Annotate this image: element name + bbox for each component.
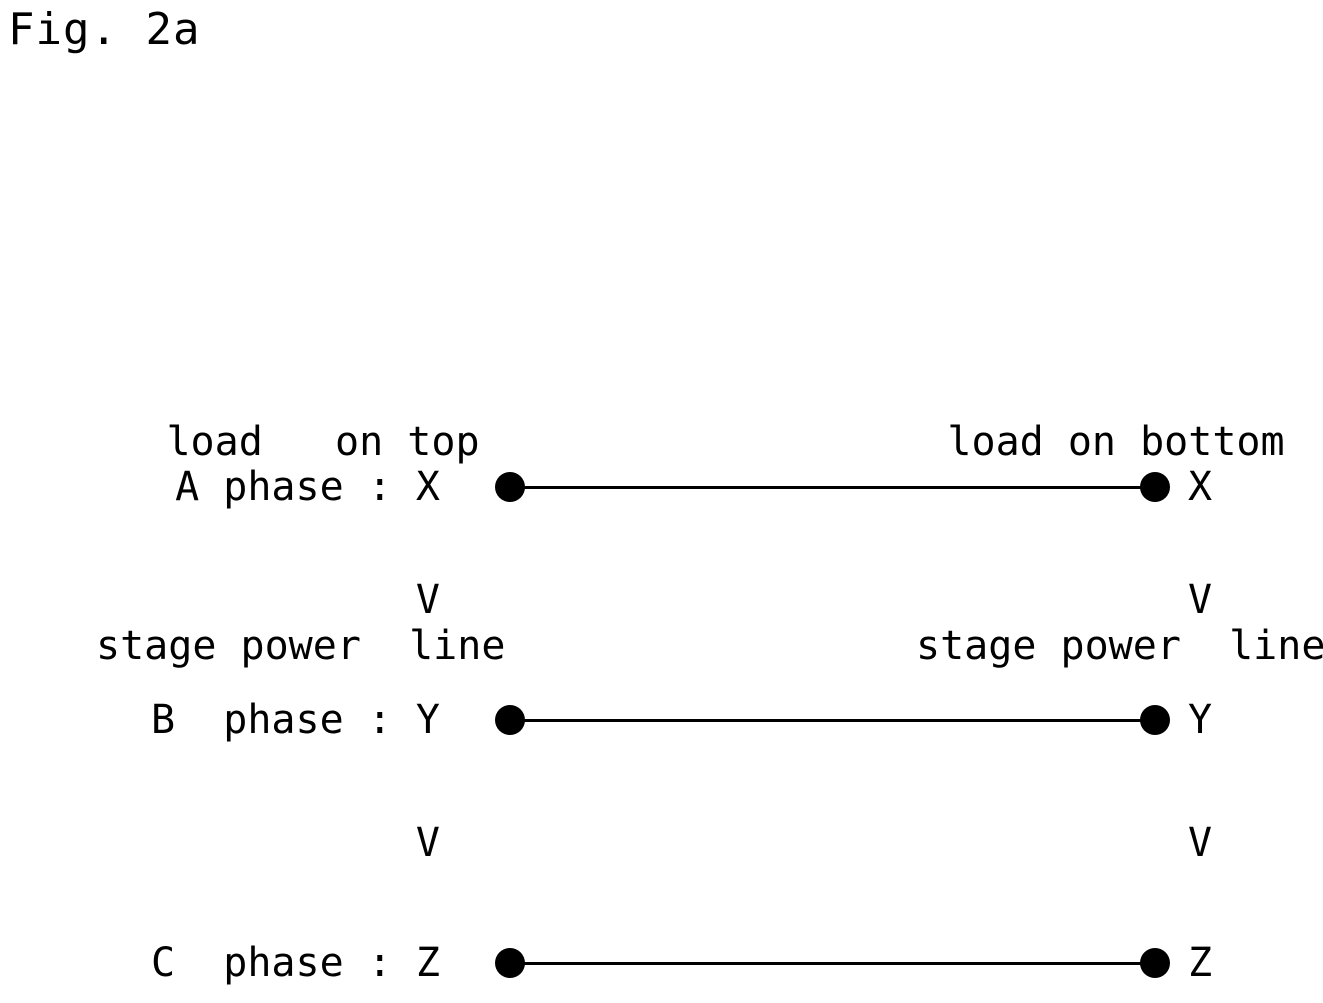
phase-row-b: B phase : Y Y xyxy=(0,683,1323,757)
phase-row-a-connector xyxy=(495,472,1170,502)
figure-caption: Fig. 2a xyxy=(8,4,201,55)
phase-row-a: A phase : X X xyxy=(0,450,1323,524)
separator-mark-right-2: V xyxy=(1188,820,1213,866)
phase-row-c-connector xyxy=(495,948,1170,978)
separator-mark-left-2: V xyxy=(415,820,440,866)
separator-row-1: V V xyxy=(0,570,1323,630)
figure-canvas: Fig. 2a load on top stage power line loa… xyxy=(0,0,1323,1003)
phase-row-a-right-terminal: X xyxy=(1188,464,1213,510)
connection-line-b xyxy=(510,718,1155,722)
node-dot-icon-right-c xyxy=(1140,948,1170,978)
phase-row-b-right-terminal: Y xyxy=(1188,697,1213,743)
phase-row-c-right-terminal: Z xyxy=(1188,940,1213,986)
separator-mark-left-1: V xyxy=(415,577,440,623)
phase-row-a-label: A phase : X xyxy=(175,464,440,510)
connection-line-c xyxy=(510,961,1155,965)
separator-row-2: V V xyxy=(0,813,1323,873)
separator-mark-right-1: V xyxy=(1188,577,1213,623)
phase-row-b-connector xyxy=(495,705,1170,735)
phase-row-c: C phase : Z Z xyxy=(0,926,1323,1000)
phase-row-c-label: C phase : Z xyxy=(151,940,440,986)
phase-row-b-label: B phase : Y xyxy=(151,697,440,743)
node-dot-icon-right-b xyxy=(1140,705,1170,735)
node-dot-icon-right-a xyxy=(1140,472,1170,502)
connection-line-a xyxy=(510,485,1155,489)
